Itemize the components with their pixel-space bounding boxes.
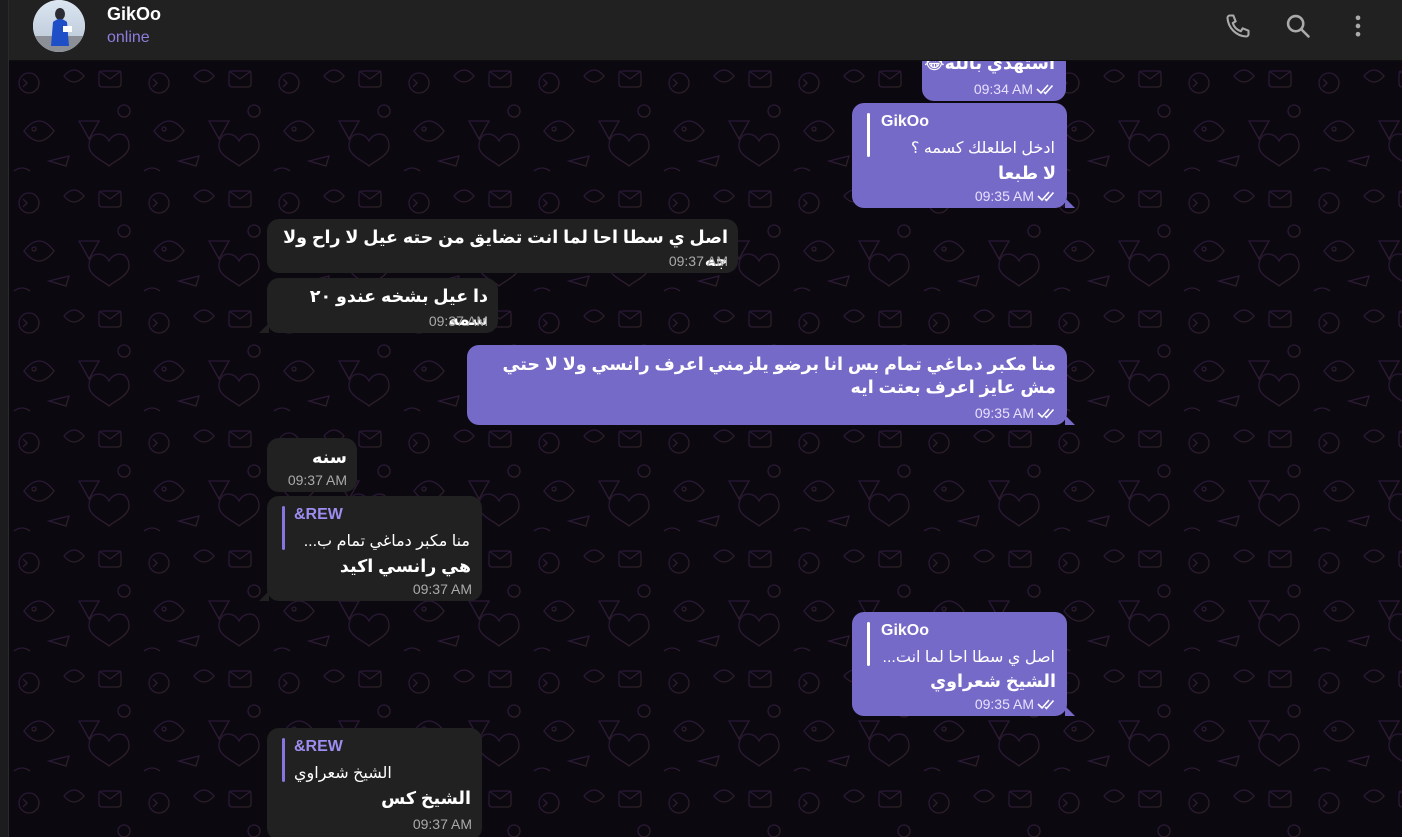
- message-text: هي رانسي اكيد: [339, 556, 471, 576]
- doodle-pattern: [9, 61, 1402, 837]
- message-incoming[interactable]: سنه 09:37 AM: [267, 438, 357, 492]
- message-text: الشيخ كس: [381, 788, 471, 808]
- reply-quote[interactable]: &REW منا مكبر دماغي تمام ب...: [282, 504, 472, 552]
- left-panel-edge: [0, 0, 9, 837]
- message-meta: 09:37 AM: [413, 816, 472, 832]
- message-time: 09:35 AM: [974, 188, 1034, 204]
- bubble-tail: [259, 591, 269, 601]
- reply-author: &REW: [294, 738, 343, 755]
- message-outgoing[interactable]: GikOo اصل ي سطا احا لما انت... الشيخ شعر…: [852, 612, 1075, 716]
- message-meta: 09:34 AM: [974, 81, 1056, 97]
- reply-author: GikOo: [881, 622, 930, 639]
- avatar[interactable]: [33, 0, 85, 52]
- message-time: 09:37 AM: [412, 581, 472, 597]
- chat-background: استهدي بالله😂 09:34 AM GikOo ادخل اطلعلك…: [9, 61, 1402, 837]
- reply-text: ادخل اطلعلك كسمه ؟: [910, 140, 1055, 157]
- message-outgoing[interactable]: استهدي بالله😂 09:34 AM: [922, 61, 1066, 101]
- message-meta: 09:37 AM: [669, 253, 728, 269]
- message-time: 09:35 AM: [974, 696, 1034, 712]
- double-check-icon: [1037, 191, 1055, 202]
- reply-author: GikOo: [881, 113, 930, 130]
- message-text: الشيخ شعراوي: [930, 671, 1056, 691]
- reply-bar: [867, 622, 870, 666]
- message-meta: 09:35 AM: [975, 405, 1057, 421]
- reply-text: اصل ي سطا احا لما انت...: [882, 649, 1055, 666]
- message-text: اصل ي سطا احا لما انت تضايق من حته عيل ل…: [283, 227, 728, 270]
- bubble-tail: [1065, 198, 1075, 208]
- search-icon[interactable]: [1284, 12, 1312, 40]
- more-vertical-icon[interactable]: [1344, 12, 1372, 40]
- message-time: 09:37 AM: [428, 313, 488, 329]
- double-check-icon: [1036, 84, 1054, 95]
- message-text: لا طبعا: [998, 163, 1056, 183]
- phone-icon[interactable]: [1224, 12, 1252, 40]
- double-check-icon: [1037, 699, 1055, 710]
- bubble-tail: [1065, 415, 1075, 425]
- double-check-icon: [1037, 408, 1055, 419]
- message-time: 09:37 AM: [412, 816, 472, 832]
- message-meta: 09:37 AM: [429, 313, 488, 329]
- message-text: استهدي بالله😂: [924, 61, 1055, 73]
- avatar-photo: [33, 0, 85, 52]
- chat-title: GikOo: [107, 4, 162, 24]
- message-incoming[interactable]: دا عيل بشخه عندو ٢٠ سمه 09:37 AM: [259, 278, 498, 333]
- message-meta: 09:35 AM: [975, 188, 1057, 204]
- reply-text: الشيخ شعراوي: [294, 765, 392, 782]
- reply-bar: [282, 506, 285, 550]
- message-time: 09:37 AM: [668, 253, 728, 269]
- reply-quote[interactable]: GikOo ادخل اطلعلك كسمه ؟: [867, 111, 1057, 159]
- message-meta: 09:35 AM: [975, 696, 1057, 712]
- message-time: 09:35 AM: [974, 405, 1034, 421]
- message-incoming[interactable]: &REW الشيخ شعراوي الشيخ كس 09:37 AM: [267, 728, 482, 837]
- reply-author: &REW: [294, 506, 343, 523]
- message-meta: 09:37 AM: [413, 581, 472, 597]
- reply-bar: [867, 113, 870, 157]
- message-time: 09:34 AM: [973, 81, 1033, 97]
- reply-text: منا مكبر دماغي تمام ب...: [303, 533, 470, 550]
- reply-bar: [282, 738, 285, 782]
- message-text: منا مكبر دماغي تمام بس انا برضو يلزمني ا…: [502, 354, 1056, 397]
- chat-status: online: [107, 29, 150, 46]
- message-text: سنه: [312, 447, 347, 467]
- message-meta: 09:37 AM: [288, 472, 347, 488]
- chat-header[interactable]: GikOo online: [9, 0, 1402, 61]
- bubble-tail: [1065, 706, 1075, 716]
- message-incoming[interactable]: &REW منا مكبر دماغي تمام ب... هي رانسي ا…: [259, 496, 482, 601]
- reply-quote[interactable]: GikOo اصل ي سطا احا لما انت...: [867, 620, 1057, 668]
- message-outgoing[interactable]: منا مكبر دماغي تمام بس انا برضو يلزمني ا…: [467, 345, 1075, 425]
- message-outgoing[interactable]: GikOo ادخل اطلعلك كسمه ؟ لا طبعا 09:35 A…: [852, 103, 1075, 208]
- bubble-tail: [259, 323, 269, 333]
- reply-quote[interactable]: &REW الشيخ شعراوي: [282, 736, 472, 784]
- message-time: 09:37 AM: [287, 472, 347, 488]
- message-incoming[interactable]: اصل ي سطا احا لما انت تضايق من حته عيل ل…: [267, 219, 738, 273]
